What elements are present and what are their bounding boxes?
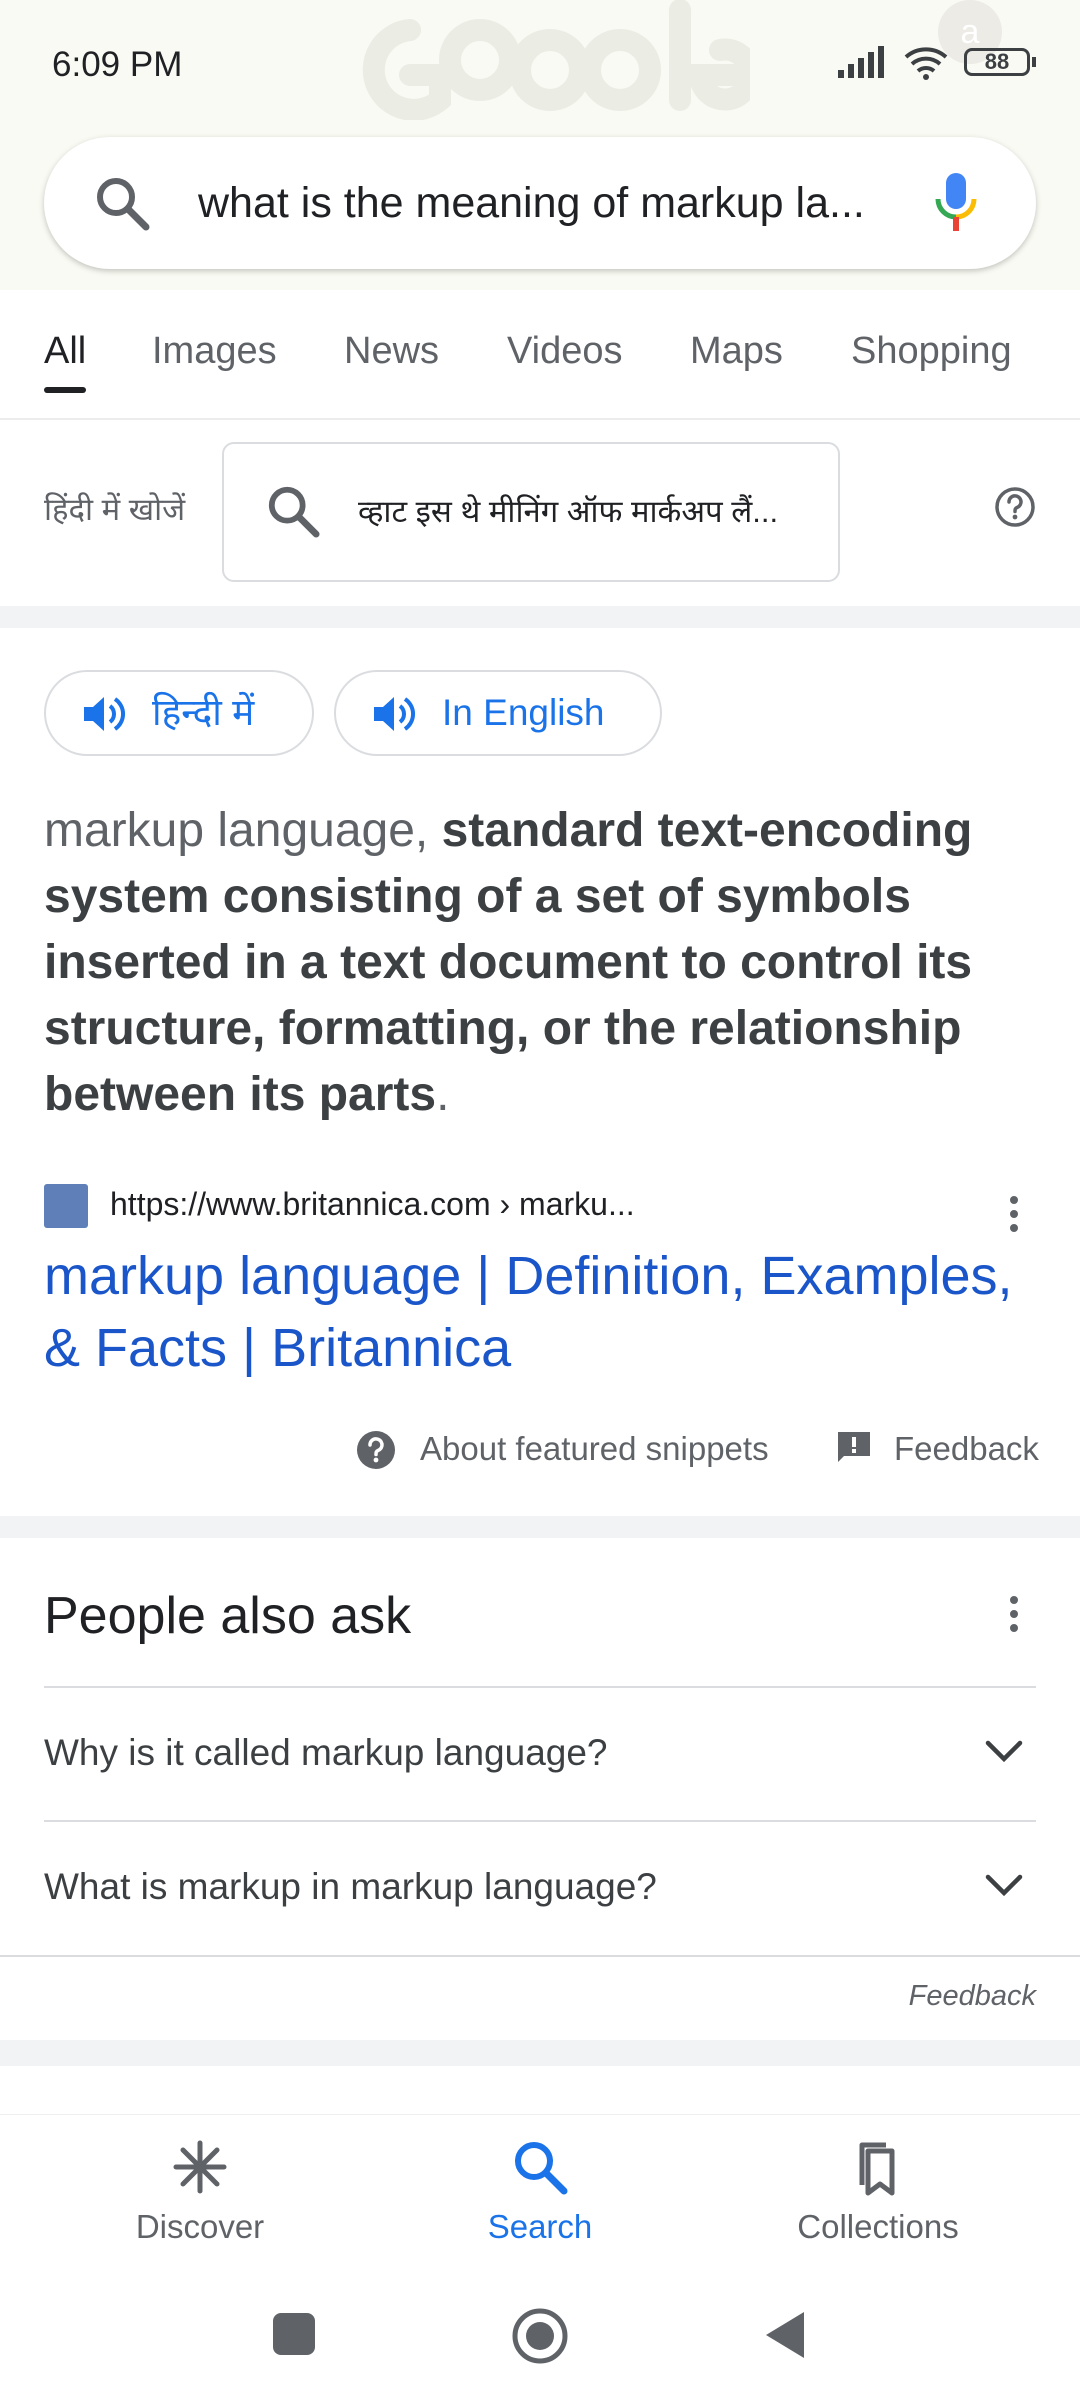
search-input[interactable]: what is the meaning of markup la... xyxy=(198,137,928,269)
home-button[interactable] xyxy=(510,2306,570,2366)
help-circle-icon[interactable] xyxy=(356,1430,396,1470)
paa-question-1[interactable]: Why is it called markup language? xyxy=(44,1732,608,1774)
feedback-link[interactable]: Feedback xyxy=(894,1430,1039,1468)
tab-shopping[interactable]: Shopping xyxy=(851,330,1012,373)
wifi-icon xyxy=(904,47,948,80)
result-url[interactable]: https://www.britannica.com › marku... xyxy=(110,1186,635,1223)
search-icon xyxy=(268,486,320,538)
asterisk-icon xyxy=(173,2140,227,2194)
about-featured-snippets-link[interactable]: About featured snippets xyxy=(420,1430,769,1468)
nav-collections-label: Collections xyxy=(797,2208,959,2245)
listen-hindi-button[interactable]: हिन्दी में xyxy=(44,670,314,756)
divider xyxy=(44,1686,1036,1688)
search-icon[interactable] xyxy=(94,175,150,231)
section-divider xyxy=(0,2040,1080,2066)
search-box[interactable]: what is the meaning of markup la... xyxy=(44,137,1036,269)
nav-search[interactable]: Search xyxy=(410,2137,670,2246)
recent-apps-button[interactable] xyxy=(273,2313,315,2355)
tab-images[interactable]: Images xyxy=(152,330,277,373)
tab-news[interactable]: News xyxy=(344,330,439,373)
nav-discover-label: Discover xyxy=(135,2208,265,2245)
people-also-ask-heading: People also ask xyxy=(44,1587,412,1645)
hindi-search-query[interactable]: व्हाट इस थे मीनिंग ऑफ मार्कअप लैं... xyxy=(358,444,798,580)
divider xyxy=(44,1820,1036,1822)
speaker-icon xyxy=(374,697,415,731)
search-icon xyxy=(515,2142,568,2195)
paa-question-2[interactable]: What is markup in markup language? xyxy=(44,1866,657,1908)
paa-feedback-link[interactable]: Feedback xyxy=(909,1980,1036,2013)
system-navigation-bar xyxy=(0,2284,1080,2400)
listen-hindi-label: हिन्दी में xyxy=(152,692,255,733)
tab-maps[interactable]: Maps xyxy=(690,330,783,373)
status-time: 6:09 PM xyxy=(52,45,183,84)
speaker-icon xyxy=(84,697,125,731)
tab-videos[interactable]: Videos xyxy=(507,330,623,373)
nav-discover[interactable]: Discover xyxy=(70,2137,330,2246)
more-options-icon[interactable] xyxy=(1008,1594,1020,1634)
chevron-down-icon[interactable] xyxy=(984,1738,1024,1764)
section-divider xyxy=(0,1516,1080,1538)
britannica-favicon xyxy=(44,1184,88,1228)
divider xyxy=(0,1955,1080,1957)
snippet-end: . xyxy=(436,1068,450,1121)
help-icon[interactable] xyxy=(994,486,1036,528)
section-divider xyxy=(0,606,1080,628)
hindi-search-box[interactable]: व्हाट इस थे मीनिंग ऑफ मार्कअप लैं... xyxy=(222,442,840,582)
feedback-icon[interactable] xyxy=(836,1430,872,1466)
bottom-navigation: Discover Search Collections xyxy=(0,2114,1080,2285)
listen-english-button[interactable]: In English xyxy=(334,670,662,756)
status-icons: 88 xyxy=(838,42,1036,82)
snippet-term: markup language, xyxy=(44,804,429,857)
active-tab-indicator xyxy=(44,387,86,393)
bookmarks-icon xyxy=(859,2142,895,2196)
microphone-icon[interactable] xyxy=(934,171,978,235)
tab-all[interactable]: All xyxy=(44,330,86,373)
signal-icon xyxy=(838,46,884,78)
nav-search-label: Search xyxy=(487,2208,593,2245)
result-title-link[interactable]: markup language | Definition, Examples, … xyxy=(44,1240,1044,1384)
hindi-search-label: हिंदी में खोजें xyxy=(44,492,186,527)
back-button[interactable] xyxy=(762,2309,808,2361)
featured-snippet-text: markup language, standard text-encoding … xyxy=(44,798,1034,1128)
status-bar: 6:09 PM a 88 xyxy=(0,0,1080,130)
search-tabs: All Images News Videos Maps Shopping xyxy=(0,290,1080,420)
more-options-icon[interactable] xyxy=(1008,1194,1020,1234)
battery-indicator: 88 xyxy=(964,48,1036,76)
listen-english-label: In English xyxy=(442,692,605,733)
battery-level: 88 xyxy=(984,49,1010,74)
chevron-down-icon[interactable] xyxy=(984,1872,1024,1898)
nav-collections[interactable]: Collections xyxy=(748,2137,1008,2246)
battery-tip xyxy=(1032,57,1036,67)
